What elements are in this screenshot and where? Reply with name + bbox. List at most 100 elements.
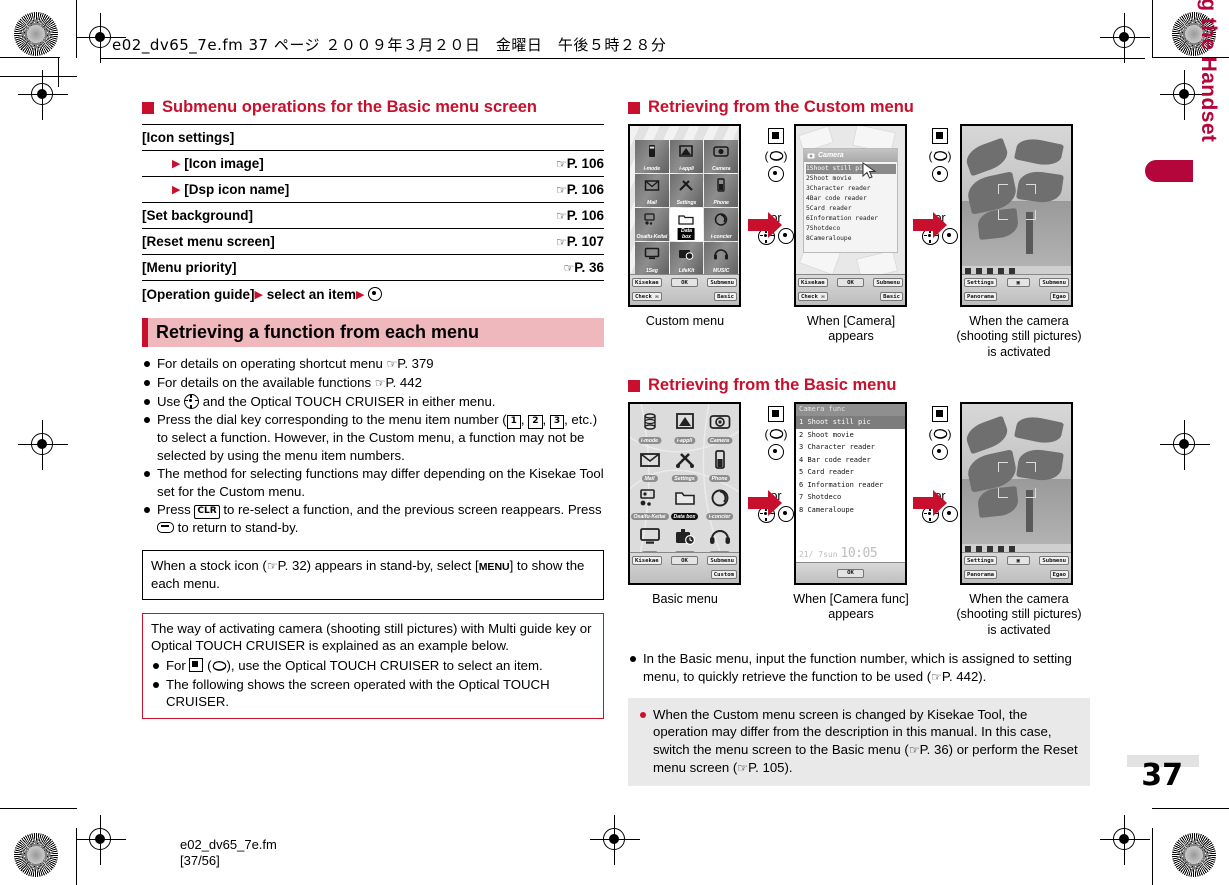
camera-popup-title: Camera — [818, 152, 844, 159]
select-key-square — [917, 128, 963, 148]
select-key-square — [753, 128, 799, 148]
softkey-kisekae[interactable]: Kisekae — [798, 278, 828, 287]
menu-tile-phone[interactable]: Phone — [703, 448, 736, 484]
menu-tile-iconcier[interactable]: i-concier — [703, 486, 736, 522]
menu-tile-iappli[interactable]: i-appli — [668, 410, 701, 446]
menu-tile-mail[interactable]: Mail — [633, 448, 666, 484]
menu-tile-lifekit[interactable]: LifeKit — [669, 242, 704, 275]
list-item[interactable]: 6 Information reader — [796, 479, 905, 492]
list-item[interactable]: 5Card reader — [806, 204, 896, 214]
submenu-label: [Icon image] — [184, 156, 264, 171]
menu-tile-camera[interactable]: Camera — [703, 410, 736, 446]
menu-tile-iappli[interactable]: i-appli — [669, 140, 704, 173]
softkey-egao[interactable]: Egao — [1049, 570, 1069, 579]
list-item[interactable]: 7 Shotdeco — [796, 491, 905, 504]
list-item[interactable]: 1 Shoot still pic — [796, 416, 905, 429]
list-item[interactable]: 6Information reader — [806, 214, 896, 224]
menu-label: Shoot movie — [807, 430, 854, 439]
softkey-settings[interactable]: Settings — [964, 278, 997, 287]
macro-icon — [976, 267, 982, 274]
menu-tile-databox[interactable]: Data box — [669, 208, 704, 241]
menu-tile-label: i-mode — [643, 166, 661, 172]
list-item[interactable]: 4 Bar code reader — [796, 454, 905, 467]
submenu-ref: P. 36 — [574, 260, 604, 275]
optical-touch-paren: () — [928, 148, 952, 163]
softkey-kisekae[interactable]: Kisekae — [632, 278, 662, 287]
softkey-ok[interactable]: OK — [671, 278, 698, 287]
menu-tile-label: i-concier — [710, 234, 732, 240]
softkey-ok[interactable]: OK — [837, 278, 864, 287]
softkey-row-bottom: Custom — [630, 568, 739, 581]
softkey-kisekae[interactable]: Kisekae — [632, 556, 662, 565]
operation-guide-row[interactable]: [Operation guide]▶ select an item▶ — [142, 281, 604, 302]
softkey-shutter[interactable]: ▣ — [1006, 556, 1030, 565]
submenu-heading-text: Submenu operations for the Basic menu sc… — [162, 98, 538, 116]
table-row[interactable]: [Icon settings] — [142, 124, 604, 151]
list-item[interactable]: 3 Character reader — [796, 441, 905, 454]
softkey-panorama[interactable]: Panorama — [964, 570, 997, 579]
menu-tile-osaifu[interactable]: Osaifu-Keitai — [635, 208, 669, 241]
softkey-check[interactable]: Check ✉ — [632, 292, 662, 301]
softkey-submenu[interactable]: Submenu — [707, 556, 737, 565]
table-row[interactable]: [Set background] ☞P. 106 — [142, 202, 604, 229]
table-row[interactable]: ▶ [Icon image] ☞P. 106 — [142, 150, 604, 177]
menu-tile-phone[interactable]: Phone — [704, 174, 738, 207]
softkey-submenu[interactable]: Submenu — [707, 278, 737, 287]
softkey-submenu[interactable]: Submenu — [873, 278, 903, 287]
list-item[interactable]: 8 Cameraloupe — [796, 504, 905, 517]
softkey-bar-camera: Settings ▣ Submenu Panorama Egao — [962, 274, 1071, 305]
triangle-bullet-icon: ▶ — [172, 158, 181, 170]
menu-tile-iconcier[interactable]: i-concier — [704, 208, 738, 241]
select-round-key-icon — [932, 165, 948, 182]
menu-tile-settings[interactable]: Settings — [668, 448, 701, 484]
menu-tile-osaifu[interactable]: Osaifu-Keitai — [630, 486, 669, 522]
softkey-ok[interactable]: OK — [671, 556, 698, 565]
list-item[interactable]: 3Character reader — [806, 184, 896, 194]
submenu-ref-wrap: ☞P. 106 — [490, 176, 604, 203]
menu-tile-camera[interactable]: Camera — [704, 140, 738, 173]
softkey-egao[interactable]: Egao — [1049, 292, 1069, 301]
softkey-settings[interactable]: Settings — [964, 556, 997, 565]
softkey-row-bottom: Check ✉ Basic — [630, 290, 739, 303]
softkey-basic[interactable]: Basic — [714, 292, 737, 301]
softkey-shutter[interactable]: ▣ — [1006, 278, 1030, 287]
table-row[interactable]: [Reset menu screen] ☞P. 107 — [142, 228, 604, 255]
menu-tile-imode[interactable]: i-mode — [633, 410, 666, 446]
menu-tile-imode[interactable]: i-mode — [635, 140, 669, 173]
list-item[interactable]: 7Shotdeco — [806, 224, 896, 234]
phone-screen-camera-func: Camera func 1 Shoot still pic 2 Shoot mo… — [794, 402, 907, 585]
softkey-check[interactable]: Check ✉ — [798, 292, 828, 301]
oneseg-icon — [644, 246, 660, 261]
camera-icon — [807, 153, 815, 158]
softkey-submenu[interactable]: Submenu — [1039, 278, 1069, 287]
osaifu-icon — [639, 488, 661, 508]
softkey-ok[interactable]: OK — [837, 568, 864, 578]
softkey-submenu[interactable]: Submenu — [1039, 556, 1069, 565]
menu-tile-mail[interactable]: Mail — [635, 174, 669, 207]
chapter-tab-marker — [1145, 160, 1193, 182]
list-item[interactable]: 4Bar code reader — [806, 194, 896, 204]
select-round-key-icon — [932, 443, 948, 460]
menu-tile-databox[interactable]: Data box — [668, 486, 701, 522]
table-row[interactable]: ▶ [Dsp icon name] ☞P. 106 — [142, 176, 604, 203]
list-item[interactable]: 8Cameraloupe — [806, 234, 896, 244]
submenu-label: [Reset menu screen] — [142, 228, 491, 255]
list-item[interactable]: 2Shoot movie — [806, 174, 896, 184]
menu-label: Cameraloupe — [807, 505, 854, 514]
menu-tile-settings[interactable]: Settings — [669, 174, 704, 207]
camera-icon — [713, 144, 729, 159]
custom-captions-row: Custom menu When [Camera] appears When t… — [628, 314, 1090, 380]
list-item[interactable]: 1Shoot still pic — [806, 164, 896, 174]
list-item[interactable]: 5 Card reader — [796, 466, 905, 479]
list-item[interactable]: 2 Shoot movie — [796, 429, 905, 442]
submenu-label: [Menu priority] — [142, 254, 491, 281]
menu-tile-label: Osaifu-Keitai — [630, 513, 669, 520]
softkey-basic[interactable]: Basic — [880, 292, 903, 301]
menu-tile-oneseg[interactable]: 1Seg — [635, 242, 669, 275]
menu-tile-music[interactable]: MUSIC — [704, 242, 738, 275]
softkey-custom[interactable]: Custom — [710, 570, 737, 579]
table-row[interactable]: [Menu priority] ☞P. 36 — [142, 254, 604, 281]
softkey-panorama[interactable]: Panorama — [964, 292, 997, 301]
mail-icon — [644, 178, 660, 193]
phone-screen-custom-menu: i-mode i-appli Camera Mail Settings Phon… — [628, 124, 741, 307]
